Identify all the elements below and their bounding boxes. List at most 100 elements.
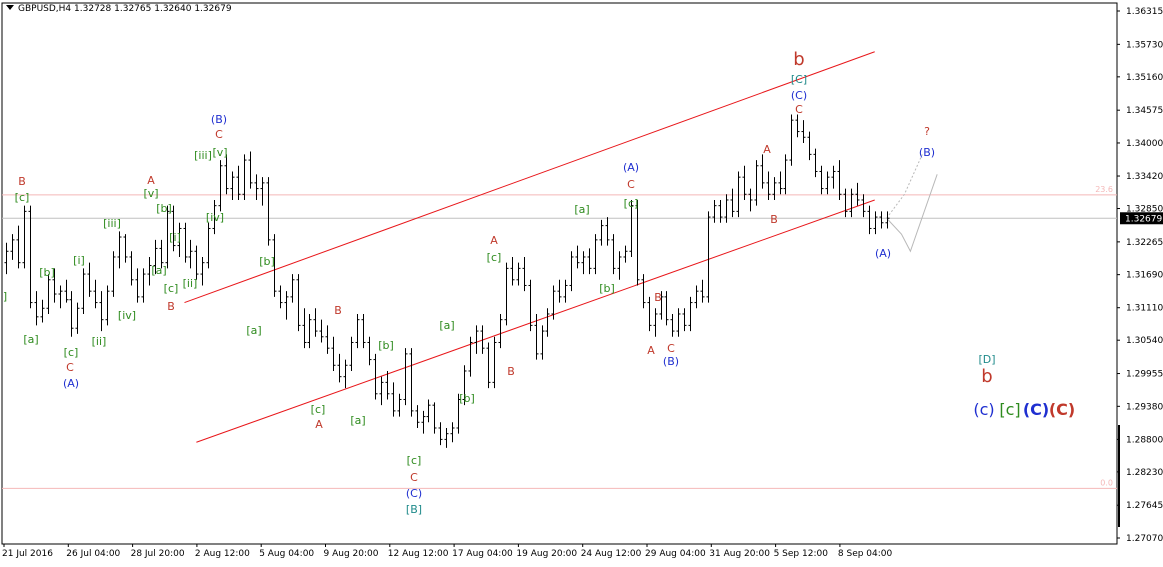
ohlc-bar xyxy=(540,325,545,360)
wave-label: B xyxy=(507,365,515,378)
ohlc-bar xyxy=(813,148,818,178)
ohlc-bar xyxy=(593,234,598,275)
y-tick-label: 1.27070 xyxy=(1126,534,1163,544)
wave-label: (A) xyxy=(875,247,891,260)
low-value: 1.32640 xyxy=(154,4,192,14)
ohlc-bar xyxy=(855,182,860,206)
y-tick-label: 1.28800 xyxy=(1126,435,1163,445)
wave-label: [b] xyxy=(259,255,275,268)
ohlc-bar xyxy=(605,217,610,246)
wave-label: [a] xyxy=(151,264,166,277)
ohlc-bar xyxy=(682,308,687,332)
ohlc-bar xyxy=(46,274,51,314)
ohlc-bar xyxy=(284,291,289,320)
ohlc-bar xyxy=(801,120,806,143)
ohlc-bar xyxy=(545,308,550,337)
wave-label: A xyxy=(763,143,771,156)
ohlc-bar xyxy=(69,291,74,337)
y-tick-label: 1.35160 xyxy=(1126,73,1163,83)
ohlc-bar xyxy=(450,422,455,443)
ohlc-bar xyxy=(706,211,711,303)
y-tick-label: 1.31110 xyxy=(1126,304,1163,314)
ohlc-bar xyxy=(789,114,794,166)
ohlc-bar xyxy=(575,245,580,269)
ohlc-bar xyxy=(135,268,140,303)
y-tick-label: 1.27645 xyxy=(1126,501,1163,511)
ohlc-bar xyxy=(361,313,366,349)
ohlc-bar xyxy=(474,325,479,354)
ohlc-bar xyxy=(653,308,658,337)
wave-label: A xyxy=(147,174,155,187)
wave-label: [a] xyxy=(439,319,454,332)
ohlc-bar xyxy=(391,382,396,417)
wave-label: C xyxy=(66,361,74,374)
ohlc-bar xyxy=(635,199,640,286)
ohlc-bar xyxy=(319,319,324,343)
wave-label: [iv] xyxy=(118,309,136,322)
open-value: 1.32728 xyxy=(74,4,112,14)
ohlc-bar xyxy=(730,188,735,218)
ohlc-bar xyxy=(432,402,437,434)
menu-triangle-icon[interactable] xyxy=(6,5,14,10)
ohlc-bar xyxy=(438,422,443,446)
ohlc-bar xyxy=(516,262,521,286)
ohlc-bar xyxy=(22,205,27,269)
ohlc-bar xyxy=(58,285,63,309)
ohlc-bar xyxy=(75,302,80,334)
ohlc-bar xyxy=(230,171,235,200)
ohlc-bar xyxy=(563,279,568,303)
wave-label: [b] xyxy=(39,266,55,279)
wave-label: (B) xyxy=(919,146,935,159)
ohlc-bar xyxy=(242,154,247,200)
ohlc-bar xyxy=(313,308,318,337)
ohlc-bar xyxy=(206,222,211,269)
ohlc-bar xyxy=(64,279,69,303)
ohlc-bar xyxy=(16,225,21,269)
ohlc-bar xyxy=(670,313,675,337)
wave-label: [b] xyxy=(459,392,475,405)
ohlc-bar xyxy=(93,279,98,309)
wave-label: C xyxy=(667,342,675,355)
wave-label: [ii] xyxy=(183,277,198,290)
ohlc-bar xyxy=(807,131,812,161)
y-tick-label: 1.35730 xyxy=(1126,40,1163,50)
price-chart[interactable]: 23.6 0.0 B [c]] [a] [b] [c] C (A) [i] [ii] [iii] [iv… xyxy=(0,0,1163,563)
y-tick-label: 1.32265 xyxy=(1126,238,1163,248)
ohlc-bar xyxy=(171,205,176,252)
x-tick-label: 19 Aug 20:00 xyxy=(516,549,577,559)
ohlc-bar xyxy=(623,245,628,263)
ohlc-bar xyxy=(849,188,854,218)
ohlc-bar xyxy=(766,171,771,200)
ohlc-bar xyxy=(87,262,92,297)
ohlc-bar xyxy=(28,205,33,309)
ohlc-bar xyxy=(105,285,110,326)
plot-frame xyxy=(1,2,1118,545)
ohlc-bar xyxy=(290,274,295,303)
ohlc-bar xyxy=(141,268,146,303)
y-tick-label: 1.29955 xyxy=(1126,370,1163,380)
ohlc-bar xyxy=(117,231,122,269)
y-tick-label: 1.34000 xyxy=(1126,139,1163,149)
y-tick-label: 1.34575 xyxy=(1126,106,1163,116)
wave-label: B xyxy=(167,300,175,313)
ohlc-bar xyxy=(819,165,824,195)
ohlc-bar xyxy=(188,239,193,269)
ohlc-bar xyxy=(302,308,307,349)
projection-dashed-path xyxy=(886,154,923,219)
wave-label: ? xyxy=(924,125,930,138)
wave-label: [c] xyxy=(64,346,79,359)
wave-label: [B] xyxy=(406,503,422,516)
x-tick-label: 17 Aug 04:00 xyxy=(452,549,513,559)
ohlc-bar xyxy=(587,248,592,275)
channel-line xyxy=(184,51,875,304)
y-tick-label: 1.33420 xyxy=(1126,172,1163,182)
y-tick-label: 1.29380 xyxy=(1126,402,1163,412)
x-tick-label: 24 Aug 12:00 xyxy=(581,549,642,559)
wave-label: [c] xyxy=(624,197,639,210)
ohlc-bars xyxy=(4,114,890,448)
ohlc-bar xyxy=(837,160,842,200)
wave-label: [a] xyxy=(246,324,261,337)
ohlc-bar xyxy=(825,171,830,195)
ohlc-bar xyxy=(748,188,753,212)
x-tick-label: 21 Jul 2016 xyxy=(2,549,53,559)
